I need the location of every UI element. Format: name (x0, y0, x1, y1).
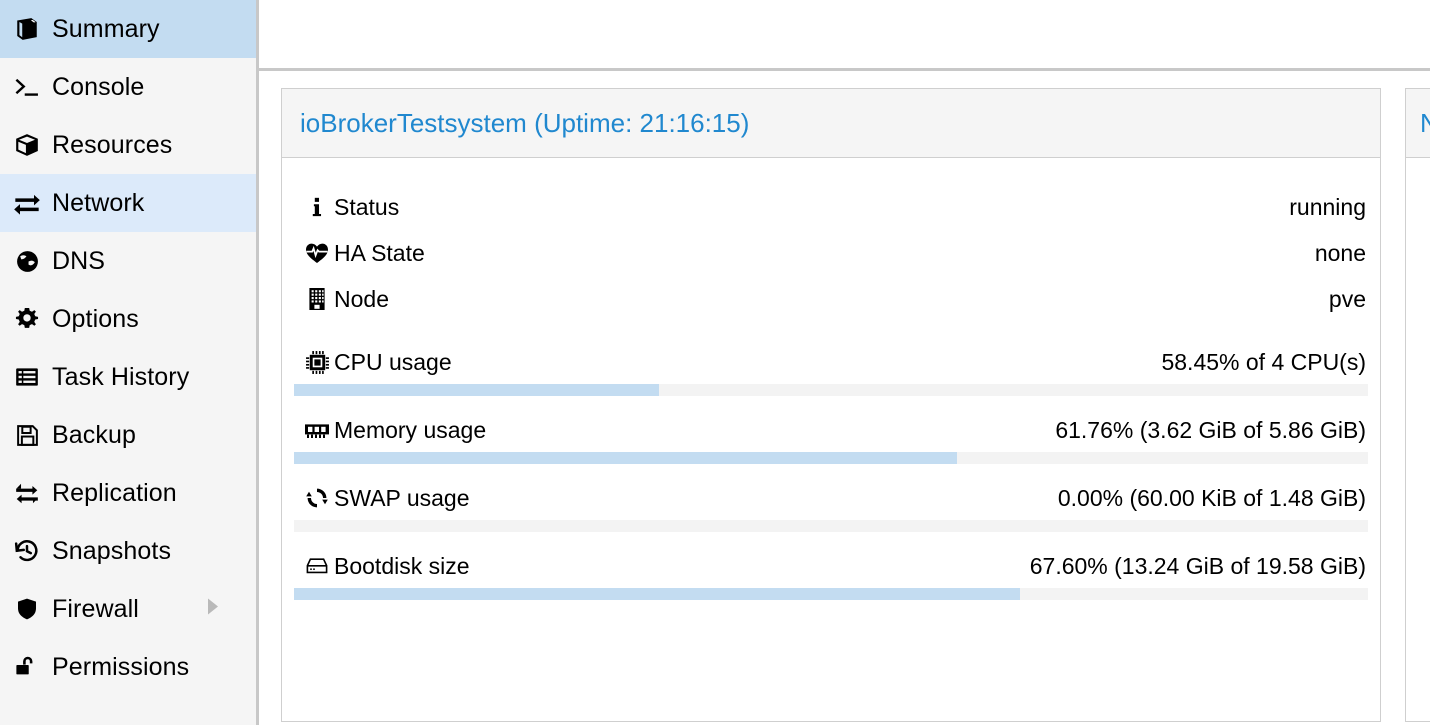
memory-usage-progress-fill (294, 452, 958, 464)
cpu-usage-label: CPU usage (334, 348, 452, 375)
sidebar-navigation: Summary Console Resources Network DNS Op… (0, 0, 259, 725)
panels-container: ioBrokerTestsystem (Uptime: 21:16:15) St… (259, 71, 1430, 722)
memory-usage-label: Memory usage (334, 416, 487, 443)
sidebar-item-permissions[interactable]: Permissions (0, 638, 256, 696)
proxmox-vm-summary-window: Summary Console Resources Network DNS Op… (0, 0, 1430, 725)
bootdisk-size-label: Bootdisk size (334, 552, 470, 579)
ha-state-label: HA State (334, 239, 425, 266)
status-value: running (1289, 193, 1366, 220)
globe-icon (8, 249, 46, 274)
sidebar-item-label: Resources (52, 130, 173, 159)
sidebar-item-snapshots[interactable]: Snapshots (0, 522, 256, 580)
sidebar-item-label: Network (52, 188, 145, 217)
list-icon (8, 364, 46, 390)
exchange-icon (8, 189, 46, 217)
history-icon (8, 538, 46, 564)
content-toolbar (259, 0, 1430, 71)
unlock-icon (8, 654, 46, 680)
bootdisk-size-progress (294, 588, 1368, 600)
sidebar-item-summary[interactable]: Summary (0, 0, 256, 58)
sidebar-item-backup[interactable]: Backup (0, 406, 256, 464)
ha-state-value: none (1314, 239, 1366, 266)
vm-status-panel-body: Status running HA State none Node pve CP… (282, 158, 1380, 721)
sidebar-item-label: DNS (52, 246, 106, 275)
node-row: Node pve (288, 276, 1374, 322)
node-value: pve (1328, 285, 1366, 312)
cpu-usage-row: CPU usage 58.45% of 4 CPU(s) (288, 340, 1374, 384)
cpu-icon (300, 350, 334, 375)
cube-icon (8, 132, 46, 158)
status-row: Status running (288, 184, 1374, 230)
swap-icon (300, 486, 334, 510)
vm-status-panel-header: ioBrokerTestsystem (Uptime: 21:16:15) (282, 89, 1380, 158)
content-area: ioBrokerTestsystem (Uptime: 21:16:15) St… (259, 0, 1430, 725)
sidebar-item-dns[interactable]: DNS (0, 232, 256, 290)
memory-icon (300, 420, 334, 440)
cpu-usage-group: CPU usage 58.45% of 4 CPU(s) (288, 340, 1374, 396)
shield-icon (8, 597, 46, 621)
sidebar-item-label: Console (52, 72, 145, 101)
sidebar-item-network[interactable]: Network (0, 174, 256, 232)
sidebar-item-label: Backup (52, 420, 136, 449)
notes-panel-partial: N (1405, 88, 1430, 722)
sidebar-item-options[interactable]: Options (0, 290, 256, 348)
sidebar-item-console[interactable]: Console (0, 58, 256, 116)
terminal-icon (8, 74, 46, 100)
memory-usage-value: 61.76% (3.62 GiB of 5.86 GiB) (1055, 416, 1366, 443)
swap-usage-value: 0.00% (60.00 KiB of 1.48 GiB) (1057, 484, 1366, 511)
swap-usage-progress (294, 520, 1368, 532)
harddisk-icon (300, 557, 334, 575)
bootdisk-size-progress-fill (294, 588, 1021, 600)
memory-usage-progress (294, 452, 1368, 464)
chevron-right-icon[interactable] (206, 598, 220, 621)
book-icon (8, 16, 46, 42)
node-label: Node (334, 285, 389, 312)
sidebar-item-replication[interactable]: Replication (0, 464, 256, 522)
cpu-usage-progress-fill (294, 384, 660, 396)
sidebar-item-label: Permissions (52, 652, 190, 681)
sidebar-item-label: Options (52, 304, 139, 333)
heartbeat-icon (300, 242, 334, 264)
swap-usage-label: SWAP usage (334, 484, 470, 511)
sidebar-item-label: Replication (52, 478, 177, 507)
bootdisk-size-value: 67.60% (13.24 GiB of 19.58 GiB) (1029, 552, 1366, 579)
server-icon (300, 287, 334, 311)
sidebar-item-firewall[interactable]: Firewall (0, 580, 256, 638)
swap-usage-group: SWAP usage 0.00% (60.00 KiB of 1.48 GiB) (288, 476, 1374, 532)
vm-status-panel: ioBrokerTestsystem (Uptime: 21:16:15) St… (281, 88, 1381, 722)
cpu-usage-progress (294, 384, 1368, 396)
info-icon (300, 196, 334, 218)
gear-icon (8, 306, 46, 332)
floppy-icon (8, 423, 46, 448)
sidebar-item-task-history[interactable]: Task History (0, 348, 256, 406)
sidebar-item-label: Summary (52, 14, 160, 43)
panel-title: ioBrokerTestsystem (Uptime: 21:16:15) (300, 108, 750, 138)
sidebar-item-label: Task History (52, 362, 190, 391)
cpu-usage-value: 58.45% of 4 CPU(s) (1161, 348, 1366, 375)
notes-panel-title: N (1420, 110, 1430, 136)
status-label: Status (334, 193, 400, 220)
swap-usage-row: SWAP usage 0.00% (60.00 KiB of 1.48 GiB) (288, 476, 1374, 520)
replication-icon (8, 480, 46, 506)
sidebar-item-resources[interactable]: Resources (0, 116, 256, 174)
notes-panel-header: N (1406, 89, 1430, 158)
bootdisk-size-group: Bootdisk size 67.60% (13.24 GiB of 19.58… (288, 544, 1374, 600)
ha-state-row: HA State none (288, 230, 1374, 276)
sidebar-item-label: Snapshots (52, 536, 172, 565)
memory-usage-row: Memory usage 61.76% (3.62 GiB of 5.86 Gi… (288, 408, 1374, 452)
memory-usage-group: Memory usage 61.76% (3.62 GiB of 5.86 Gi… (288, 408, 1374, 464)
sidebar-item-label: Firewall (52, 594, 139, 623)
bootdisk-size-row: Bootdisk size 67.60% (13.24 GiB of 19.58… (288, 544, 1374, 588)
